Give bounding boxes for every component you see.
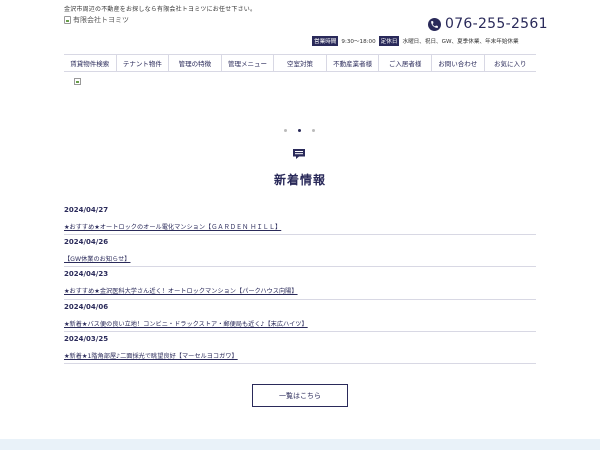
news-item: 2024/03/25 ★新着★1階角部屋♪二面採光で眺望良好【マーセルヨコガワ】 bbox=[64, 332, 536, 364]
business-hours-value: 9:30～18:00 bbox=[341, 39, 376, 45]
nav-item-contact[interactable]: お問い合わせ bbox=[432, 55, 485, 71]
news-date: 2024/04/23 bbox=[64, 270, 109, 279]
site-tagline: 金沢市周辺の不動産をお探しなら有限会社トヨミツにお任せ下さい。 bbox=[64, 6, 257, 13]
news-title-link[interactable]: 【GW休業のお知らせ】 bbox=[64, 254, 130, 263]
nav-item-tenant[interactable]: テナント物件 bbox=[117, 55, 170, 71]
news-title-link[interactable]: ★新着★バス便の良い立地！コンビニ・ドラックストア・郵便局も近く♪【末広ハイツ】 bbox=[64, 319, 308, 328]
business-hours-badge: 営業時間 bbox=[312, 36, 339, 46]
news-chat-icon bbox=[293, 149, 305, 159]
news-item: 2024/04/27 ★おすすめ★オートロックのオール電化マンション【ＧＡＲＤＥ… bbox=[64, 203, 536, 236]
nav-item-management-features[interactable]: 管理の特徴 bbox=[169, 55, 222, 71]
news-item: 2024/04/06 ★新着★バス便の良い立地！コンビニ・ドラックストア・郵便局… bbox=[64, 300, 536, 332]
news-item: 2024/04/26 【GW休業のお知らせ】 bbox=[64, 235, 536, 268]
nav-item-favorites[interactable]: お気に入り bbox=[485, 55, 537, 71]
news-more-button[interactable]: 一覧はこちら bbox=[252, 384, 348, 407]
global-nav: 賃貸物件検索 テナント物件 管理の特徴 管理メニュー 空室対策 不動産業者様 ご… bbox=[64, 54, 536, 72]
carousel-dots bbox=[284, 129, 315, 132]
logo-alt-text: 有限会社トヨミツ bbox=[73, 16, 129, 24]
nav-item-management-menu[interactable]: 管理メニュー bbox=[222, 55, 275, 71]
holiday-value: 水曜日、祝日、GW、夏季休業、年末年始休業 bbox=[402, 39, 519, 45]
news-title-link[interactable]: ★おすすめ★金沢医科大学さん近く！オートロックマンション【パークハウス向陽】 bbox=[64, 286, 298, 295]
footer-band bbox=[0, 439, 600, 450]
news-title-link[interactable]: ★新着★1階角部屋♪二面採光で眺望良好【マーセルヨコガワ】 bbox=[64, 351, 238, 360]
news-list: 2024/04/27 ★おすすめ★オートロックのオール電化マンション【ＧＡＲＤＥ… bbox=[64, 203, 536, 364]
holiday-badge: 定休日 bbox=[378, 36, 400, 46]
hero-image-broken-icon bbox=[74, 78, 81, 85]
nav-item-agents[interactable]: 不動産業者様 bbox=[327, 55, 380, 71]
company-logo[interactable]: 有限会社トヨミツ bbox=[64, 15, 129, 25]
phone-icon bbox=[428, 17, 441, 31]
news-title-link[interactable]: ★おすすめ★オートロックのオール電化マンション【ＧＡＲＤＥＮ ＨＩＬＬ】 bbox=[64, 222, 281, 231]
phone-number: 076-255-2561 bbox=[445, 16, 548, 32]
phone-contact[interactable]: 076-255-2561 bbox=[428, 16, 548, 32]
news-date: 2024/04/26 bbox=[64, 238, 109, 247]
carousel-dot-active[interactable] bbox=[298, 129, 301, 132]
broken-image-icon bbox=[64, 16, 71, 24]
nav-item-rental-search[interactable]: 賃貸物件検索 bbox=[64, 55, 117, 71]
news-date: 2024/04/06 bbox=[64, 302, 109, 311]
business-info: 営業時間 9:30～18:00 定休日 水曜日、祝日、GW、夏季休業、年末年始休… bbox=[312, 36, 519, 46]
carousel-dot[interactable] bbox=[312, 129, 315, 132]
news-date: 2024/04/27 bbox=[64, 206, 109, 214]
news-section-title: 新着情報 bbox=[273, 173, 326, 187]
nav-item-residents[interactable]: ご入居者様 bbox=[379, 55, 432, 71]
news-item: 2024/04/23 ★おすすめ★金沢医科大学さん近く！オートロックマンション【… bbox=[64, 267, 536, 300]
nav-item-vacancy[interactable]: 空室対策 bbox=[274, 55, 327, 71]
carousel-dot[interactable] bbox=[284, 129, 287, 132]
news-date: 2024/03/25 bbox=[64, 334, 109, 343]
